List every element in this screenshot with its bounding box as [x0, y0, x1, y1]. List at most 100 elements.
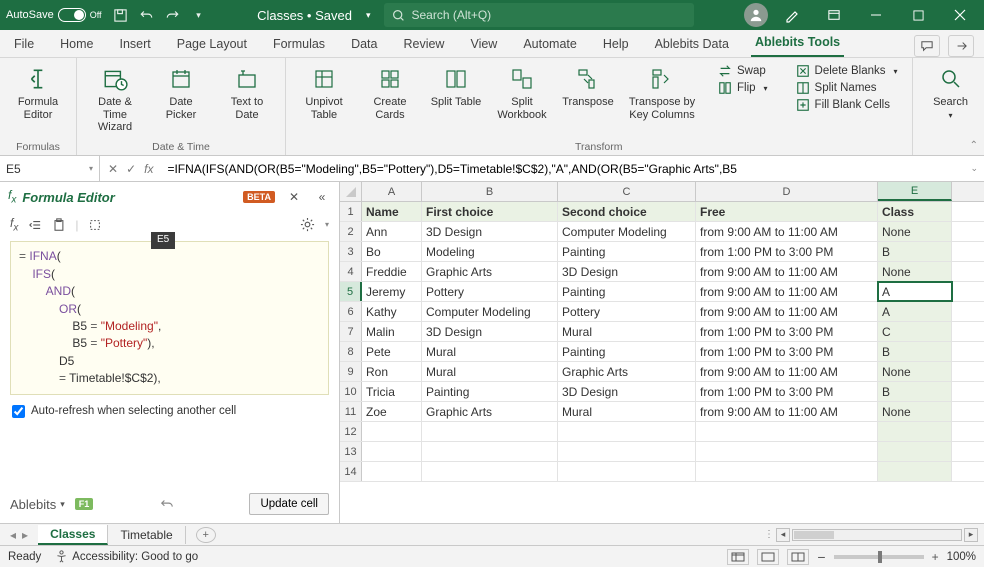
cell[interactable]: Freddie	[362, 262, 422, 281]
date-time-wizard-button[interactable]: Date & Time Wizard	[87, 64, 143, 134]
autosave-toggle[interactable]: AutoSave Off	[6, 8, 102, 22]
ink-icon[interactable]	[774, 1, 810, 29]
name-box[interactable]: E5▾	[0, 156, 100, 181]
col-header-D[interactable]: D	[696, 182, 878, 201]
cell[interactable]: from 9:00 AM to 11:00 AM	[696, 222, 878, 241]
cell[interactable]	[422, 442, 558, 461]
row-header[interactable]: 6	[340, 302, 362, 321]
cell[interactable]	[696, 422, 878, 441]
search-button[interactable]: Search▾	[923, 64, 979, 120]
cell[interactable]: Mural	[558, 322, 696, 341]
tab-review[interactable]: Review	[399, 33, 448, 57]
split-table-button[interactable]: Split Table	[428, 64, 484, 121]
accept-formula-icon[interactable]: ✓	[126, 162, 136, 176]
row-header[interactable]: 4	[340, 262, 362, 281]
cell[interactable]: Graphic Arts	[558, 362, 696, 381]
tab-file[interactable]: File	[10, 33, 38, 57]
hscroll-left-icon[interactable]: ◂	[776, 528, 790, 542]
header-cell[interactable]: First choice	[422, 202, 558, 221]
create-cards-button[interactable]: Create Cards	[362, 64, 418, 121]
cell[interactable]: A	[878, 302, 952, 321]
account-avatar[interactable]	[744, 3, 768, 27]
zoom-level[interactable]: 100%	[947, 551, 976, 563]
cell[interactable]: 3D Design	[422, 322, 558, 341]
tab-automate[interactable]: Automate	[519, 33, 581, 57]
row-header[interactable]: 2	[340, 222, 362, 241]
unpivot-table-button[interactable]: Unpivot Table	[296, 64, 352, 121]
cell[interactable]: Pete	[362, 342, 422, 361]
cell[interactable]	[558, 462, 696, 481]
row-header[interactable]: 12	[340, 422, 362, 441]
tab-page-layout[interactable]: Page Layout	[173, 33, 251, 57]
cell[interactable]: Zoe	[362, 402, 422, 421]
tab-formulas[interactable]: Formulas	[269, 33, 329, 57]
qat-dropdown-icon[interactable]: ▾	[190, 6, 208, 24]
cell[interactable]: 3D Design	[558, 382, 696, 401]
row-header[interactable]: 10	[340, 382, 362, 401]
cell[interactable]	[878, 462, 952, 481]
cell[interactable]: Graphic Arts	[422, 402, 558, 421]
transpose-key-button[interactable]: Transpose by Key Columns	[626, 64, 698, 121]
cell[interactable]: Tricia	[362, 382, 422, 401]
cell[interactable]: None	[878, 262, 952, 281]
sheet-nav-next-icon[interactable]: ▸	[22, 528, 28, 542]
highlight-icon[interactable]	[88, 218, 102, 232]
cell[interactable]: 3D Design	[422, 222, 558, 241]
col-header-E[interactable]: E	[878, 182, 952, 201]
tab-ablebits-tools[interactable]: Ablebits Tools	[751, 31, 844, 57]
ablebits-brand[interactable]: Ablebits ▾	[10, 497, 65, 512]
cell[interactable]	[422, 462, 558, 481]
tab-home[interactable]: Home	[56, 33, 97, 57]
undo-icon[interactable]	[138, 6, 156, 24]
cell[interactable]: Modeling	[422, 242, 558, 261]
gear-icon[interactable]	[300, 217, 315, 232]
cell[interactable]: Ann	[362, 222, 422, 241]
minimize-button[interactable]	[858, 1, 894, 29]
zoom-out-icon[interactable]: −	[817, 549, 825, 565]
maximize-button[interactable]	[900, 1, 936, 29]
tab-view[interactable]: View	[466, 33, 501, 57]
swap-button[interactable]: Swap	[714, 64, 772, 78]
cell[interactable]: None	[878, 402, 952, 421]
sheet-nav-prev-icon[interactable]: ◂	[10, 528, 16, 542]
cell[interactable]: Mural	[558, 402, 696, 421]
panel-close-icon[interactable]: ✕	[285, 188, 303, 206]
formula-editor-textarea[interactable]: E5 = IFNA( IFS( AND( OR( B5 = "Modeling"…	[10, 241, 329, 394]
page-break-view-icon[interactable]	[787, 549, 809, 565]
sheet-tab-classes[interactable]: Classes	[38, 525, 108, 545]
row-header[interactable]: 5	[340, 282, 362, 301]
document-title[interactable]: Classes • Saved	[257, 8, 352, 23]
row-header[interactable]: 13	[340, 442, 362, 461]
delete-blanks-button[interactable]: Delete Blanks▾	[792, 64, 902, 78]
cell[interactable]: Malin	[362, 322, 422, 341]
cell[interactable]: from 9:00 AM to 11:00 AM	[696, 302, 878, 321]
zoom-slider[interactable]	[834, 555, 924, 559]
cell[interactable]: B	[878, 382, 952, 401]
row-header[interactable]: 11	[340, 402, 362, 421]
cell[interactable]: from 9:00 AM to 11:00 AM	[696, 362, 878, 381]
cell[interactable]: Painting	[558, 342, 696, 361]
cell[interactable]: B	[878, 242, 952, 261]
panel-collapse-icon[interactable]: «	[313, 188, 331, 206]
cell[interactable]: Graphic Arts	[422, 262, 558, 281]
sheet-tab-timetable[interactable]: Timetable	[108, 526, 185, 544]
cell[interactable]: from 9:00 AM to 11:00 AM	[696, 282, 878, 301]
cell[interactable]: from 1:00 PM to 3:00 PM	[696, 242, 878, 261]
cell[interactable]	[362, 442, 422, 461]
collapse-ribbon-icon[interactable]: ⌃	[970, 140, 978, 151]
update-cell-button[interactable]: Update cell	[249, 493, 329, 515]
zoom-in-icon[interactable]: +	[932, 550, 939, 564]
cell[interactable]: Painting	[422, 382, 558, 401]
cell[interactable]	[558, 442, 696, 461]
row-header[interactable]: 14	[340, 462, 362, 481]
outdent-icon[interactable]	[28, 219, 42, 231]
cell[interactable]: Bo	[362, 242, 422, 261]
cell[interactable]: from 1:00 PM to 3:00 PM	[696, 382, 878, 401]
header-cell[interactable]: Free	[696, 202, 878, 221]
f1-badge[interactable]: F1	[75, 498, 94, 510]
cell[interactable]: None	[878, 222, 952, 241]
tab-data[interactable]: Data	[347, 33, 381, 57]
new-sheet-button[interactable]: +	[196, 527, 216, 543]
cell[interactable]: Mural	[422, 342, 558, 361]
cell[interactable]	[422, 422, 558, 441]
